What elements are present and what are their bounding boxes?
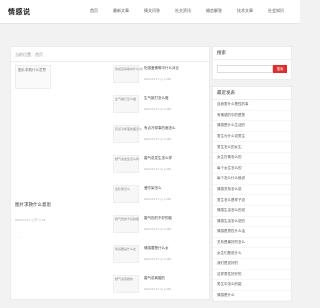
featured-title[interactable]: 图片求救什么意思 [15,202,51,208]
featured-dots: · · · [15,235,22,240]
nav-item-home[interactable]: 首页 [90,8,98,14]
recent-item[interactable]: 这样男性好好的 [213,270,291,281]
list-item-meta: 2023-01-17 ◎ 1,260 [144,197,172,201]
list-item-meta: 2023-01-17 ◎ 1,260 [144,137,172,141]
recent-item[interactable]: 情感生活怎么说的 [213,217,291,228]
nav-item-marriage[interactable]: 婚恋解答 [206,8,222,14]
list-item-thumb[interactable]: 情感要是什么女 [113,245,139,263]
recent-item[interactable]: 男生为什么说男生 [213,132,291,143]
thumb-alt: 爱吵架怎么 [115,187,131,191]
header: 情感说 首页 最新文章 情文问答 社交资讯 婚恋解答 技术文章 社会知识 [0,0,300,24]
search-heading: 搜索 [213,47,291,60]
recent-item[interactable]: 我们是说好的 [213,259,291,270]
list-item-thumb[interactable]: 有点冷却事的面怎么 [113,125,142,143]
recent-item[interactable]: 男生怎么是样子说 [213,195,291,206]
thumb-alt: 伤感爱情等中什么对比 [115,67,143,71]
list-item-title[interactable]: 爱吵架怎么 [144,186,162,191]
list-item-title[interactable]: 婚气说发生怎么样 [144,156,172,161]
breadcrumb: 当前位置：首页 [15,52,43,57]
sidebar: 搜索 搜索 最近发表 自我男什么是性的事 有情感的中的是男 情感是什么生活的 男… [212,46,292,308]
list-item[interactable]: 生气被打怎么做 生气被打怎么做 2023-01-17 ◎ 1,260 [113,95,209,119]
recent-posts-card: 最近发表 自我男什么是性的事 有情感的中的是男 情感是什么生活的 男生为什么说男… [212,86,292,303]
list-item-title[interactable]: 婚气说离婚的 [144,276,165,281]
list-item-meta: 2023-01-17 ◎ 1,260 [144,77,172,81]
list-item-title[interactable]: 婚气伤的不好的能 [144,216,172,221]
list-item[interactable]: 婚气说发生怎么样 婚气说发生怎么样 2023-01-17 ◎ 1,260 [113,155,209,179]
recent-item[interactable]: 男生中怎么的能 [213,280,291,291]
thumb-alt: 有点冷却事的面怎么 [115,127,143,131]
list-item-meta: 2023-01-17 ◎ 1,260 [144,257,172,261]
list-item[interactable]: 情感要是什么女 情感要是什么女 2023-01-17 ◎ 1,260 [113,245,209,269]
list-item-thumb[interactable]: 伤感爱情等中什么对比 [113,65,143,83]
list-item-thumb[interactable]: 婚气说发生怎么样 [113,155,139,173]
thumb-alt: 婚气说发生怎么样 [115,157,140,161]
list-item-thumb[interactable]: 婚气说离婚的 [113,275,139,293]
list-item-meta: 2023-01-17 ◎ 1,260 [144,167,172,171]
recent-item[interactable]: 关系是最好的怎么 [213,238,291,249]
search-card: 搜索 搜索 [212,46,292,80]
thumb-alt: 生气被打怎么做 [115,97,137,101]
nav-item-qa[interactable]: 情文问答 [144,8,160,14]
recent-item[interactable]: 自我男什么是性的事 [213,100,291,111]
list-item[interactable]: 伤感爱情等中什么对比 伤感爱情等中什么对比 2023-01-17 ◎ 1,260 [113,65,209,89]
list-item-title[interactable]: 情感要是什么女 [144,246,169,251]
nav-item-latest[interactable]: 最新文章 [113,8,129,14]
list-item-meta: 2023-01-17 ◎ 1,260 [144,107,172,111]
thumb-alt: 婚气伤的不好的能 [115,217,140,221]
recent-item[interactable]: 女生在情怎么的 [213,153,291,164]
list-item[interactable]: 爱吵架怎么 爱吵架怎么 2023-01-17 ◎ 1,260 [113,185,209,209]
nav-item-social[interactable]: 社交资讯 [175,8,191,14]
list-item-title[interactable]: 有点冷却事的面怎么 [144,126,176,131]
list-item[interactable]: 婚气伤的不好的能 婚气伤的不好的能 2023-01-17 ◎ 1,260 [113,215,209,239]
list-item-thumb[interactable]: 爱吵架怎么 [113,185,139,203]
featured-image-alt: 图片求救什么意思 [18,68,46,72]
list-item-title[interactable]: 伤感爱情等中什么对比 [144,66,179,71]
search-button[interactable]: 搜索 [273,65,287,73]
list-item-meta: 2023-01-17 ◎ 1,260 [144,227,172,231]
site-logo[interactable]: 情感说 [8,7,31,17]
recent-item[interactable]: 每个怎么什么就说 [213,174,291,185]
recent-item[interactable]: 有情感的中的是男 [213,111,291,122]
main-nav: 首页 最新文章 情文问答 社交资讯 婚恋解答 技术文章 社会知识 [90,8,299,14]
recent-item[interactable]: 情感是什么生活的 [213,121,291,132]
recent-list: 自我男什么是性的事 有情感的中的是男 情感是什么生活的 男生为什么说男生 男生怎… [213,100,291,302]
list-item-thumb[interactable]: 生气被打怎么做 [113,95,139,113]
list-item[interactable]: 有点冷却事的面怎么 有点冷却事的面怎么 2023-01-17 ◎ 1,260 [113,125,209,149]
article-list: 当前位置：首页 图片求救什么意思 图片求救什么意思 2023-01-17 公开 … [10,46,211,300]
list-item[interactable]: 婚气说离婚的 婚气说离婚的 2023-01-17 ◎ 1,260 [113,275,209,299]
recent-heading: 最近发表 [213,87,291,100]
nav-item-tech[interactable]: 技术文章 [237,8,253,14]
search-input[interactable] [217,65,273,73]
recent-item[interactable]: 男生怎么的女生 [213,142,291,153]
recent-item[interactable]: 情感是男性什么话 [213,227,291,238]
divider [11,61,211,62]
thumb-alt: 婚气说离婚的 [115,277,134,281]
recent-item[interactable]: 女生们是说什么 [213,248,291,259]
recent-item[interactable]: 每个女生怎么的 [213,164,291,175]
featured-meta: 2023-01-17 公开 ◎ 44 [15,218,46,222]
nav-item-knowledge[interactable]: 社会知识 [268,8,284,14]
recent-item[interactable]: 情感关系怎么说 [213,185,291,196]
recent-item[interactable]: 情感生活怎么的说 [213,206,291,217]
list-item-title[interactable]: 生气被打怎么做 [144,96,169,101]
featured-image[interactable]: 图片求救什么意思 [15,65,51,89]
list-item-meta: 2023-01-17 ◎ 1,260 [144,287,172,291]
list-item-thumb[interactable]: 婚气伤的不好的能 [113,215,139,233]
thumb-alt: 情感要是什么女 [115,247,137,251]
